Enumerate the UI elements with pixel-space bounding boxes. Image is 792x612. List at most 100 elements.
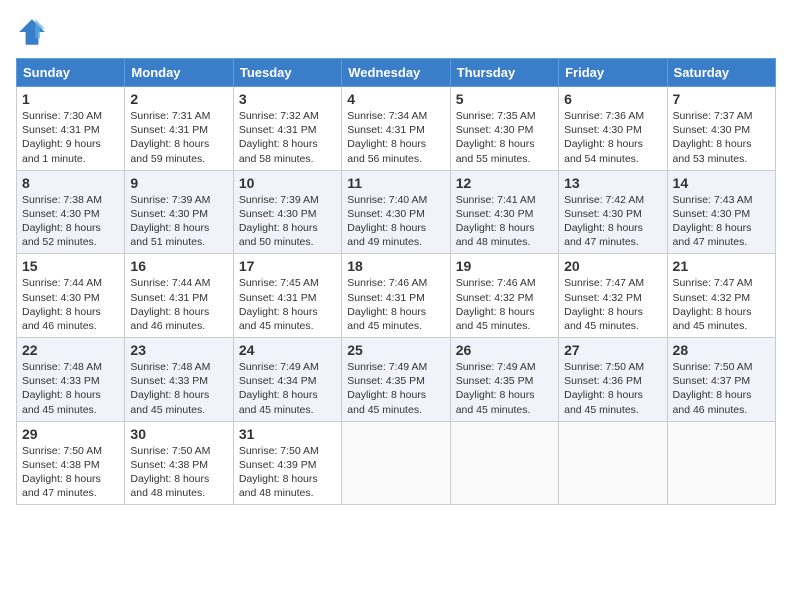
day-detail: Sunrise: 7:45 AMSunset: 4:31 PMDaylight:…: [239, 276, 336, 333]
day-detail: Sunrise: 7:44 AMSunset: 4:31 PMDaylight:…: [130, 276, 227, 333]
day-number: 5: [456, 91, 553, 107]
day-detail: Sunrise: 7:49 AMSunset: 4:35 PMDaylight:…: [456, 360, 553, 417]
calendar-cell: 8 Sunrise: 7:38 AMSunset: 4:30 PMDayligh…: [17, 170, 125, 254]
day-number: 13: [564, 175, 661, 191]
day-detail: Sunrise: 7:47 AMSunset: 4:32 PMDaylight:…: [564, 276, 661, 333]
day-number: 21: [673, 258, 770, 274]
day-number: 6: [564, 91, 661, 107]
day-number: 23: [130, 342, 227, 358]
calendar-cell: 29 Sunrise: 7:50 AMSunset: 4:38 PMDaylig…: [17, 421, 125, 505]
day-detail: Sunrise: 7:50 AMSunset: 4:37 PMDaylight:…: [673, 360, 770, 417]
day-detail: Sunrise: 7:37 AMSunset: 4:30 PMDaylight:…: [673, 109, 770, 166]
calendar-cell: 2 Sunrise: 7:31 AMSunset: 4:31 PMDayligh…: [125, 87, 233, 171]
calendar-cell: 11 Sunrise: 7:40 AMSunset: 4:30 PMDaylig…: [342, 170, 450, 254]
calendar-cell: 15 Sunrise: 7:44 AMSunset: 4:30 PMDaylig…: [17, 254, 125, 338]
calendar-cell: 16 Sunrise: 7:44 AMSunset: 4:31 PMDaylig…: [125, 254, 233, 338]
day-detail: Sunrise: 7:43 AMSunset: 4:30 PMDaylight:…: [673, 193, 770, 250]
calendar-cell: 10 Sunrise: 7:39 AMSunset: 4:30 PMDaylig…: [233, 170, 341, 254]
col-header-wednesday: Wednesday: [342, 59, 450, 87]
calendar-cell: 14 Sunrise: 7:43 AMSunset: 4:30 PMDaylig…: [667, 170, 775, 254]
col-header-monday: Monday: [125, 59, 233, 87]
day-detail: Sunrise: 7:31 AMSunset: 4:31 PMDaylight:…: [130, 109, 227, 166]
calendar-week-row: 29 Sunrise: 7:50 AMSunset: 4:38 PMDaylig…: [17, 421, 776, 505]
calendar-cell: 28 Sunrise: 7:50 AMSunset: 4:37 PMDaylig…: [667, 338, 775, 422]
col-header-sunday: Sunday: [17, 59, 125, 87]
day-number: 3: [239, 91, 336, 107]
logo-icon: [16, 16, 48, 48]
day-number: 8: [22, 175, 119, 191]
day-detail: Sunrise: 7:46 AMSunset: 4:31 PMDaylight:…: [347, 276, 444, 333]
col-header-tuesday: Tuesday: [233, 59, 341, 87]
day-number: 18: [347, 258, 444, 274]
page-header: [16, 16, 776, 48]
day-number: 10: [239, 175, 336, 191]
day-number: 26: [456, 342, 553, 358]
day-detail: Sunrise: 7:50 AMSunset: 4:39 PMDaylight:…: [239, 444, 336, 501]
day-number: 25: [347, 342, 444, 358]
day-detail: Sunrise: 7:50 AMSunset: 4:36 PMDaylight:…: [564, 360, 661, 417]
calendar-cell: 30 Sunrise: 7:50 AMSunset: 4:38 PMDaylig…: [125, 421, 233, 505]
day-number: 9: [130, 175, 227, 191]
calendar-cell: 23 Sunrise: 7:48 AMSunset: 4:33 PMDaylig…: [125, 338, 233, 422]
col-header-saturday: Saturday: [667, 59, 775, 87]
day-number: 12: [456, 175, 553, 191]
calendar-cell: 25 Sunrise: 7:49 AMSunset: 4:35 PMDaylig…: [342, 338, 450, 422]
calendar-cell: 4 Sunrise: 7:34 AMSunset: 4:31 PMDayligh…: [342, 87, 450, 171]
calendar-cell: 17 Sunrise: 7:45 AMSunset: 4:31 PMDaylig…: [233, 254, 341, 338]
calendar-cell: 3 Sunrise: 7:32 AMSunset: 4:31 PMDayligh…: [233, 87, 341, 171]
calendar-cell: 12 Sunrise: 7:41 AMSunset: 4:30 PMDaylig…: [450, 170, 558, 254]
day-detail: Sunrise: 7:49 AMSunset: 4:35 PMDaylight:…: [347, 360, 444, 417]
day-detail: Sunrise: 7:35 AMSunset: 4:30 PMDaylight:…: [456, 109, 553, 166]
calendar-cell: 1 Sunrise: 7:30 AMSunset: 4:31 PMDayligh…: [17, 87, 125, 171]
day-detail: Sunrise: 7:40 AMSunset: 4:30 PMDaylight:…: [347, 193, 444, 250]
calendar-cell: 18 Sunrise: 7:46 AMSunset: 4:31 PMDaylig…: [342, 254, 450, 338]
day-detail: Sunrise: 7:50 AMSunset: 4:38 PMDaylight:…: [130, 444, 227, 501]
day-number: 31: [239, 426, 336, 442]
day-detail: Sunrise: 7:38 AMSunset: 4:30 PMDaylight:…: [22, 193, 119, 250]
day-detail: Sunrise: 7:46 AMSunset: 4:32 PMDaylight:…: [456, 276, 553, 333]
calendar-cell: 9 Sunrise: 7:39 AMSunset: 4:30 PMDayligh…: [125, 170, 233, 254]
day-number: 24: [239, 342, 336, 358]
calendar-cell: 5 Sunrise: 7:35 AMSunset: 4:30 PMDayligh…: [450, 87, 558, 171]
day-number: 2: [130, 91, 227, 107]
day-number: 27: [564, 342, 661, 358]
day-number: 16: [130, 258, 227, 274]
calendar-table: SundayMondayTuesdayWednesdayThursdayFrid…: [16, 58, 776, 505]
day-detail: Sunrise: 7:49 AMSunset: 4:34 PMDaylight:…: [239, 360, 336, 417]
col-header-friday: Friday: [559, 59, 667, 87]
day-number: 22: [22, 342, 119, 358]
day-number: 7: [673, 91, 770, 107]
day-number: 15: [22, 258, 119, 274]
calendar-cell: 27 Sunrise: 7:50 AMSunset: 4:36 PMDaylig…: [559, 338, 667, 422]
day-detail: Sunrise: 7:39 AMSunset: 4:30 PMDaylight:…: [239, 193, 336, 250]
day-number: 29: [22, 426, 119, 442]
day-detail: Sunrise: 7:48 AMSunset: 4:33 PMDaylight:…: [130, 360, 227, 417]
day-detail: Sunrise: 7:39 AMSunset: 4:30 PMDaylight:…: [130, 193, 227, 250]
calendar-cell: 31 Sunrise: 7:50 AMSunset: 4:39 PMDaylig…: [233, 421, 341, 505]
calendar-week-row: 22 Sunrise: 7:48 AMSunset: 4:33 PMDaylig…: [17, 338, 776, 422]
day-detail: Sunrise: 7:34 AMSunset: 4:31 PMDaylight:…: [347, 109, 444, 166]
day-number: 14: [673, 175, 770, 191]
logo: [16, 16, 52, 48]
calendar-cell: 26 Sunrise: 7:49 AMSunset: 4:35 PMDaylig…: [450, 338, 558, 422]
calendar-cell: 19 Sunrise: 7:46 AMSunset: 4:32 PMDaylig…: [450, 254, 558, 338]
day-detail: Sunrise: 7:48 AMSunset: 4:33 PMDaylight:…: [22, 360, 119, 417]
day-detail: Sunrise: 7:30 AMSunset: 4:31 PMDaylight:…: [22, 109, 119, 166]
day-number: 19: [456, 258, 553, 274]
calendar-week-row: 8 Sunrise: 7:38 AMSunset: 4:30 PMDayligh…: [17, 170, 776, 254]
day-number: 30: [130, 426, 227, 442]
calendar-cell: 13 Sunrise: 7:42 AMSunset: 4:30 PMDaylig…: [559, 170, 667, 254]
col-header-thursday: Thursday: [450, 59, 558, 87]
calendar-cell: 24 Sunrise: 7:49 AMSunset: 4:34 PMDaylig…: [233, 338, 341, 422]
calendar-cell: [342, 421, 450, 505]
day-number: 17: [239, 258, 336, 274]
day-number: 28: [673, 342, 770, 358]
day-number: 11: [347, 175, 444, 191]
day-number: 4: [347, 91, 444, 107]
day-detail: Sunrise: 7:44 AMSunset: 4:30 PMDaylight:…: [22, 276, 119, 333]
calendar-cell: [450, 421, 558, 505]
day-detail: Sunrise: 7:32 AMSunset: 4:31 PMDaylight:…: [239, 109, 336, 166]
day-number: 1: [22, 91, 119, 107]
day-detail: Sunrise: 7:50 AMSunset: 4:38 PMDaylight:…: [22, 444, 119, 501]
calendar-cell: 7 Sunrise: 7:37 AMSunset: 4:30 PMDayligh…: [667, 87, 775, 171]
